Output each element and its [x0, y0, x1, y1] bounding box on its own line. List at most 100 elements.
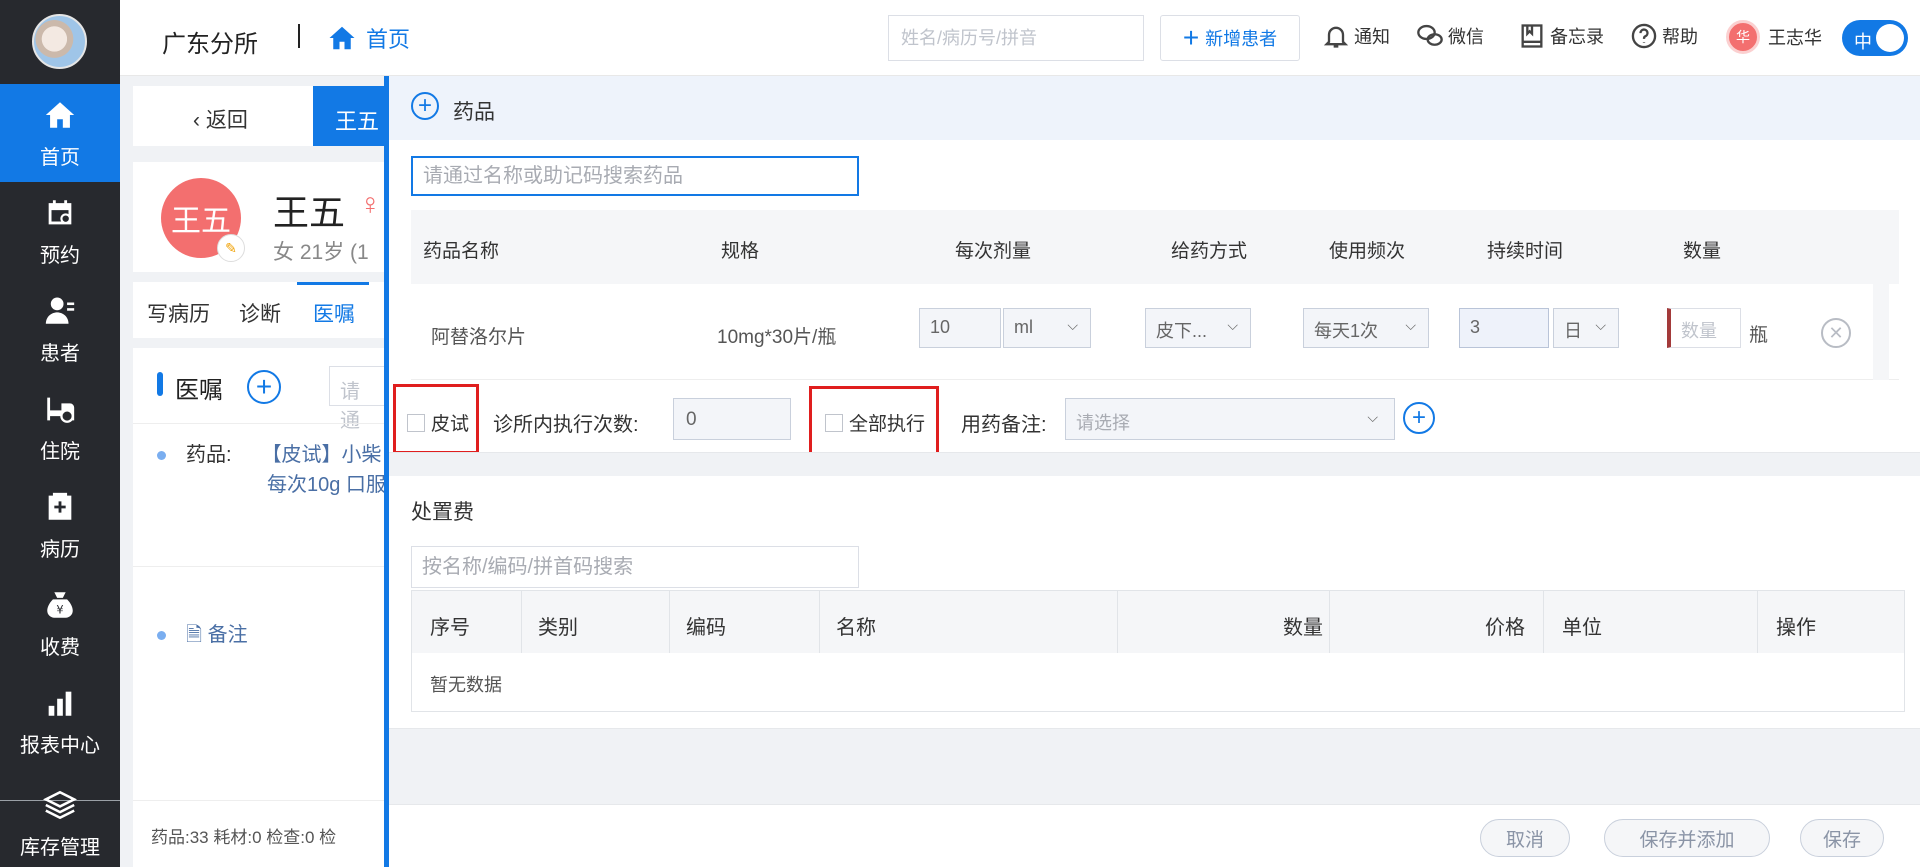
nav-reports[interactable]: 报表中心	[0, 672, 120, 770]
table-row: 阿替洛尔片 10mg*30片/瓶 10 ml ⌵ 皮下... ⌵ 每天1次 ⌵ 3 日…	[411, 284, 1899, 380]
nav-inventory[interactable]: 库存管理	[0, 780, 120, 867]
fee-search-input[interactable]	[411, 546, 859, 588]
nav-patients-label: 患者	[40, 342, 80, 365]
sidebar: 首页 预约 患者 住院 病历 ¥ 收费 报表中心 库存管理	[0, 0, 120, 867]
breadcrumb-home-label: 首页	[366, 27, 411, 52]
col-frequency: 使用频次	[1329, 241, 1406, 262]
section-divider	[389, 452, 1920, 476]
quantity-input[interactable]: 数量	[1667, 308, 1741, 348]
exec-count-input[interactable]: 0	[673, 398, 791, 440]
breadcrumb-home[interactable]: 首页	[326, 22, 410, 54]
user-menu[interactable]: 华 王志华	[1726, 20, 1822, 54]
duration-unit-select[interactable]: 日 ⌵	[1553, 308, 1619, 348]
svg-text:¥: ¥	[56, 602, 63, 616]
female-icon: ♀	[359, 188, 382, 221]
fee-title: 处置费	[411, 501, 474, 524]
language-toggle[interactable]: 中	[1842, 20, 1908, 56]
memo-button[interactable]: 备忘录	[1518, 22, 1604, 50]
nav-patients[interactable]: 患者	[0, 280, 120, 378]
bullet	[157, 631, 166, 641]
chevron-down-icon: ⌵	[1227, 317, 1238, 333]
dose-unit-select[interactable]: ml ⌵	[1003, 308, 1091, 348]
patient-meta: 女 21岁 (1	[273, 241, 369, 264]
chevron-left-icon: ‹	[193, 109, 206, 132]
dose-input[interactable]: 10	[919, 308, 1001, 348]
top-header: 广东分所 首页 + 新增患者 通知 微信 备忘录 帮助 华 王志华 中	[120, 0, 1920, 76]
nav-inpatient[interactable]: 住院	[0, 378, 120, 476]
table-scrollbar[interactable]	[1873, 210, 1889, 380]
nav-billing[interactable]: ¥ 收费	[0, 574, 120, 672]
col-action: 操作	[1776, 617, 1816, 639]
note-label: 用药备注:	[961, 414, 1047, 436]
all-exec-label: 全部执行	[849, 414, 926, 435]
wechat-button[interactable]: 微信	[1416, 22, 1484, 50]
dose-unit-value: ml	[1014, 317, 1033, 337]
chevron-down-icon: ⌵	[1595, 317, 1606, 333]
checkbox-box	[825, 413, 843, 432]
patient-card: 王五 ✎ 王五 ♀ 女 21岁 (1	[133, 162, 387, 272]
cancel-button[interactable]: 取消	[1480, 819, 1570, 857]
nav-inpatient-label: 住院	[40, 440, 80, 463]
frequency-value: 每天1次	[1314, 321, 1379, 341]
all-exec-checkbox[interactable]: 全部执行	[825, 409, 925, 436]
note-item[interactable]: 🗎 备注	[157, 618, 248, 654]
patient-tab[interactable]: 王五	[313, 86, 393, 146]
medicine-drawer: + 药品 药品名称 规格 每次剂量 给药方式 使用频次 持续时间 数量 阿替洛尔…	[384, 76, 1920, 867]
tab-diagnosis[interactable]: 诊断	[239, 298, 281, 328]
add-circle-icon[interactable]: +	[411, 92, 439, 120]
back-button[interactable]: ‹ 返回	[193, 104, 248, 134]
patient-tabs: 写病历 诊断 医嘱	[133, 282, 387, 338]
chevron-down-icon: ⌵	[1367, 409, 1378, 425]
nav-reports-label: 报表中心	[20, 734, 100, 757]
drug-search-input[interactable]	[411, 156, 859, 196]
patient-search-input[interactable]	[888, 15, 1144, 61]
duration-unit-value: 日	[1564, 321, 1582, 341]
nav-inventory-label: 库存管理	[20, 837, 100, 859]
patient-name: 王五	[273, 192, 346, 233]
layers-icon	[42, 787, 78, 823]
frequency-select[interactable]: 每天1次 ⌵	[1303, 308, 1429, 348]
nav-home-label: 首页	[40, 146, 80, 169]
tab-write-record[interactable]: 写病历	[147, 298, 210, 328]
tab-orders[interactable]: 医嘱	[313, 298, 355, 328]
order-summary: 药品:33 耗材:0 检查:0 检	[133, 800, 387, 867]
col-spec: 规格	[721, 241, 760, 262]
bar-chart-icon	[42, 685, 78, 721]
orders-search-input[interactable]: 请通	[329, 366, 389, 432]
add-patient-button[interactable]: + 新增患者	[1160, 15, 1300, 61]
medication-note-select[interactable]: 请选择 ⌵	[1065, 398, 1395, 440]
back-bar: ‹ 返回 王五	[133, 86, 393, 146]
patient-panel: ‹ 返回 王五 王五 ✎ 王五 ♀ 女 21岁 (1 写病历 诊断 医嘱 医嘱 …	[133, 86, 393, 867]
notification-button[interactable]: 通知	[1322, 22, 1390, 50]
order-detail: 每次10g 口服	[267, 474, 386, 496]
help-icon	[1631, 23, 1657, 49]
add-order-button[interactable]: +	[247, 370, 281, 404]
nav-home[interactable]: 首页	[0, 84, 120, 182]
remove-row-button[interactable]: ✕	[1821, 318, 1851, 348]
section-divider	[389, 728, 1920, 804]
edit-icon[interactable]: ✎	[217, 234, 245, 262]
order-item[interactable]: 药品: 【皮试】小柴 每次10g 口服	[157, 440, 386, 500]
user-name: 王志华	[1768, 28, 1822, 48]
orders-title-text: 医嘱	[175, 377, 223, 404]
notification-label: 通知	[1354, 27, 1390, 47]
route-select[interactable]: 皮下... ⌵	[1145, 308, 1251, 348]
save-and-add-button[interactable]: 保存并添加	[1604, 819, 1770, 857]
nav-records[interactable]: 病历	[0, 476, 120, 574]
bell-icon	[1323, 26, 1349, 48]
save-button[interactable]: 保存	[1800, 819, 1884, 857]
skin-test-checkbox[interactable]: 皮试	[407, 409, 469, 436]
drug-spec: 10mg*30片/瓶	[717, 327, 837, 348]
duration-input[interactable]: 3	[1459, 308, 1549, 348]
checkbox-box	[407, 413, 425, 432]
user-icon	[42, 293, 78, 329]
nav-appointment[interactable]: 预约	[0, 182, 120, 280]
user-avatar: 华	[1726, 20, 1760, 54]
route-value: 皮下...	[1156, 321, 1208, 341]
wechat-label: 微信	[1448, 27, 1484, 47]
help-button[interactable]: 帮助	[1630, 22, 1698, 50]
add-note-button[interactable]: +	[1403, 402, 1435, 434]
col-route: 给药方式	[1171, 241, 1248, 262]
note-select-placeholder: 请选择	[1076, 413, 1130, 433]
col-duration: 持续时间	[1487, 241, 1564, 262]
